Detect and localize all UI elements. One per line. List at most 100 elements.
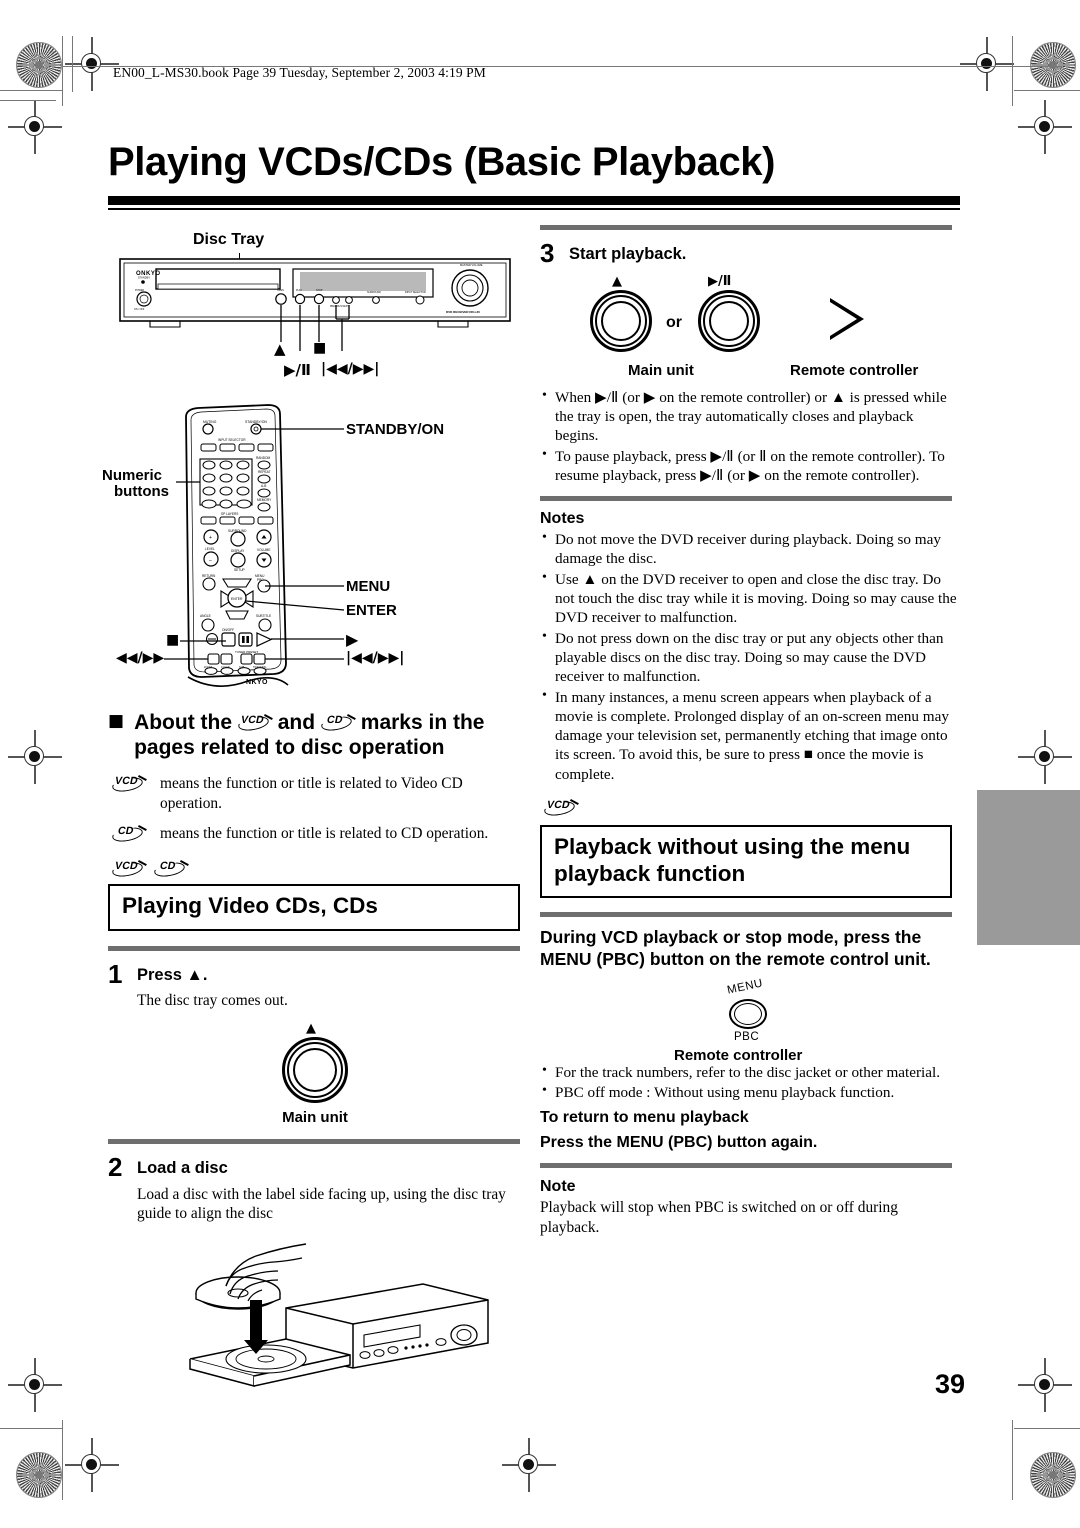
registration-mark-tl: [65, 37, 119, 91]
title-rule-thick: [108, 196, 960, 205]
pbc-button-bottom-label: PBC: [734, 1030, 760, 1043]
step3-caption-remote: Remote controller: [790, 361, 919, 379]
step-3-bullet: When ▶/Ⅱ (or ▶ on the remote controller)…: [540, 387, 960, 446]
step-3-bullet: To pause playback, press ▶/Ⅱ (or Ⅱ on th…: [540, 446, 960, 486]
pbc-instruction-line2: MENU (PBC) button on the remote control …: [540, 949, 931, 969]
remote-label-numeric-line1: Numeric: [102, 467, 163, 484]
registration-mark-bc: [65, 1438, 119, 1492]
rule-below-pbc-box: [540, 912, 952, 918]
svg-text:–: –: [209, 558, 212, 564]
svg-text:ENTER: ENTER: [231, 597, 243, 601]
cd-legend-icon: CD: [112, 824, 147, 842]
menu-pbc-button-figure: MENU PBC Remote controller: [540, 977, 960, 1064]
main-unit-eject-knob-icon: [282, 1037, 348, 1104]
step3-play-pause-symbol: ▶/Ⅱ: [708, 273, 732, 289]
svg-text:INPUT SELECTOR: INPUT SELECTOR: [218, 438, 246, 442]
eject-symbol-above-knob: ▲: [306, 1021, 316, 1037]
rule-above-note: [540, 1163, 952, 1169]
rule-above-step3: [540, 225, 952, 230]
vcd-mark-icon: VCD: [238, 713, 273, 731]
remote-label-scan: ◀◀/▶▶: [116, 650, 165, 666]
step-1: 1 Press ▲.: [108, 961, 528, 987]
rule-above-notes: [540, 496, 952, 502]
rosette-mark-top-left: [16, 42, 62, 88]
cd-mark-icon: CD: [321, 713, 356, 731]
menu-pbc-button-icon-inner: [734, 1002, 762, 1025]
pbc-caption-remote: Remote controller: [674, 1046, 803, 1064]
svg-text:ON/OFF: ON/OFF: [222, 628, 234, 632]
note-item: In many instances, a menu screen appears…: [540, 687, 960, 784]
remote-label-menu: MENU: [346, 578, 391, 595]
svg-text:VOLUME: VOLUME: [257, 548, 270, 552]
about-heading-part1: About the: [134, 711, 233, 734]
manual-page: EN00_L-MS30.book Page 39 Tuesday, Septem…: [0, 0, 1080, 1528]
rosette-mark-top-right: [1030, 42, 1076, 88]
trim-line-top-right: [1014, 90, 1080, 91]
step-1-title: Press ▲.: [137, 965, 208, 984]
svg-text:ZOOM: ZOOM: [204, 665, 212, 669]
notes-block: Notes Do not move the DVD receiver durin…: [540, 510, 960, 784]
svg-text:SP LAYERS: SP LAYERS: [221, 512, 238, 516]
main-unit-play-knob-icon: [698, 289, 760, 352]
svg-text:REPEAT: REPEAT: [258, 470, 271, 474]
pbc-box-title-line1: Playback without using the menu: [554, 834, 911, 860]
trim-line-bottom-left: [0, 1428, 62, 1429]
trim-line-left-outer: [62, 36, 63, 106]
callout-skip-symbol: |◀◀/▶▶|: [321, 361, 380, 377]
svg-text:CLEAR: CLEAR: [221, 665, 230, 669]
remote-label-standby: STANDBY/ON: [346, 421, 445, 438]
step-3: 3 Start playback.: [540, 240, 960, 266]
svg-text:ON / OFF: ON / OFF: [134, 308, 145, 311]
cd-legend-text: means the function or title is related t…: [160, 824, 489, 842]
notes-heading: Notes: [540, 510, 585, 528]
remote-label-stop: ■: [166, 632, 180, 648]
svg-text:INPUT SELECTOR: INPUT SELECTOR: [405, 291, 426, 294]
about-heading: ■ About the VCD and CD marks in the page…: [108, 710, 528, 760]
book-header-line: EN00_L-MS30.book Page 39 Tuesday, Septem…: [113, 65, 486, 80]
pbc-section: VCD Playback without using the menu play…: [540, 799, 960, 1238]
step-2: 2 Load a disc: [108, 1154, 528, 1180]
step-1-body: The disc tray comes out.: [137, 992, 288, 1010]
svg-text:RETURN: RETURN: [202, 574, 216, 578]
vcd-legend-icon: VCD: [112, 775, 147, 792]
svg-text:MEMORY: MEMORY: [257, 498, 272, 502]
about-heading-part2: marks in the: [360, 711, 485, 734]
pbc-instruction: During VCD playback or stop mode, press …: [540, 927, 960, 971]
left-column: Disc Tray ONKYO STANDBY POWER ON / OFF O…: [102, 225, 528, 1398]
pbc-bullets: For the track numbers, refer to the disc…: [540, 1062, 960, 1103]
callout-play-pause-symbol: ▶/Ⅱ: [284, 361, 311, 379]
svg-text:DISPLAY: DISPLAY: [231, 549, 245, 553]
registration-mark-ml: [8, 100, 62, 154]
remote-controller-diagram: MUTING STANDBY/ON INPUT SELECTOR RANDOM …: [102, 401, 528, 696]
svg-text:STANDBY: STANDBY: [138, 276, 150, 280]
registration-mark-cl: [8, 730, 62, 784]
step-1-caption: Main unit: [282, 1109, 348, 1127]
svg-text:RANDOM: RANDOM: [256, 456, 271, 460]
pbc-bullet: PBC off mode : Without using menu playba…: [540, 1082, 960, 1102]
svg-text:OPEN: OPEN: [277, 289, 284, 292]
registration-mark-tr: [960, 37, 1014, 91]
registration-mark-cr: [1018, 730, 1072, 784]
remote-label-play: ▶: [346, 630, 359, 649]
svg-text:SUBTITLE: SUBTITLE: [256, 614, 271, 618]
main-unit-diagram: Disc Tray ONKYO STANDBY POWER ON / OFF O…: [108, 225, 528, 385]
trim-line-top-left-outer: [0, 90, 62, 91]
svg-text:SUB: SUB: [239, 665, 245, 669]
svg-text:TRACKING: TRACKING: [253, 665, 266, 669]
page-title: Playing VCDs/CDs (Basic Playback): [108, 140, 776, 184]
note-item: Do not move the DVD receiver during play…: [540, 529, 960, 569]
step-3-bullets: When ▶/Ⅱ (or ▶ on the remote controller)…: [540, 387, 960, 486]
main-unit-eject-knob-icon-2: [590, 289, 652, 352]
about-heading-line2: pages related to disc operation: [134, 736, 445, 760]
pbc-vcd-mark-icon: VCD: [544, 799, 579, 816]
or-label: or: [666, 313, 682, 331]
pbc-bullet: For the track numbers, refer to the disc…: [540, 1062, 960, 1082]
rosette-mark-bottom-left: [16, 1452, 62, 1498]
pbc-box-title-line2: playback function: [554, 860, 746, 886]
callout-stop-symbol: ■: [313, 340, 327, 356]
index-tab: [977, 790, 1080, 945]
pbc-box-title: Playback without using the menu playback…: [540, 825, 952, 899]
playing-box-title: Playing Video CDs, CDs: [108, 884, 520, 931]
step3-eject-symbol: ▲: [612, 273, 622, 289]
remote-label-skip: |◀◀/▶▶|: [346, 650, 405, 666]
